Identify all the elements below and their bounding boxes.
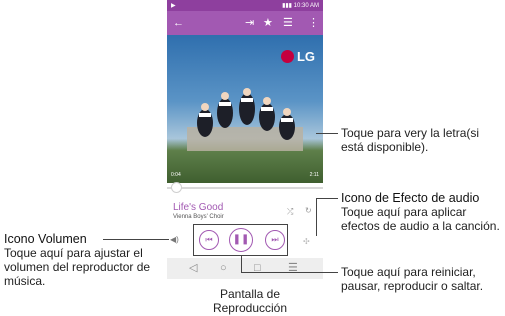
callout-line-controls-vertical <box>241 256 242 272</box>
signal-icon: ▮▮▮ <box>282 3 292 9</box>
audio-effect-callout: Icono de Efecto de audio Toque aquí para… <box>341 191 503 233</box>
shuffle-icon[interactable]: ⤮ <box>287 207 293 217</box>
lyrics-callout: Toque para very la letra(si está disponi… <box>341 126 480 154</box>
artist-name: Vienna Boys' Choir <box>173 214 224 220</box>
lg-logo-mark <box>280 50 294 63</box>
more-vert-icon[interactable]: ⋮ <box>308 16 319 30</box>
star-icon[interactable]: ★ <box>263 16 273 30</box>
controls-callout: Toque aquí para reiniciar, pausar, repro… <box>341 265 484 293</box>
volume-title: Icono Volumen <box>4 232 87 246</box>
status-time: 10:30 AM <box>293 3 319 9</box>
audio-effect-title: Icono de Efecto de audio <box>341 191 480 205</box>
song-title: Life's Good <box>173 202 224 213</box>
share-icon[interactable]: ⇥ <box>245 16 254 30</box>
progress-bar[interactable] <box>167 187 323 189</box>
list-icon[interactable]: ☰ <box>283 16 293 30</box>
lg-logo-text: LG <box>296 49 315 64</box>
play-indicator-icon: ▶ <box>171 3 176 9</box>
figure-caption: Pantalla de Reproducción <box>212 287 288 315</box>
back-arrow-icon[interactable]: ← <box>173 16 184 30</box>
album-art-choir <box>197 88 295 140</box>
callout-line-effect <box>316 198 338 199</box>
lg-logo: LG <box>280 49 315 64</box>
volume-desc: Toque aquí para ajustar el volumen del r… <box>4 246 151 288</box>
volume-callout: Icono Volumen Toque aquí para ajustar el… <box>4 232 164 288</box>
audio-effect-desc: Toque aquí para aplicar efectos de audio… <box>341 205 500 233</box>
volume-icon[interactable]: ◀) <box>170 235 179 244</box>
audio-effect-icon[interactable]: ✣ <box>303 237 310 246</box>
status-bar: ▶ ▮▮▮ 10:30 AM <box>167 0 323 11</box>
callout-line-controls <box>241 272 338 273</box>
repeat-icon[interactable]: ↻ <box>305 206 312 215</box>
app-bar: ← ⇥ ★ ☰ ⋮ <box>167 11 323 35</box>
progress-thumb[interactable] <box>171 182 182 193</box>
nav-back-icon[interactable]: ◁ <box>189 261 197 275</box>
controls-highlight-box <box>193 224 288 256</box>
elapsed-time: 0:04 <box>171 172 181 178</box>
nav-home-icon[interactable]: ○ <box>220 261 227 275</box>
callout-line-lyrics <box>316 133 338 134</box>
navigation-bar: ◁ ○ □ ☰ <box>167 258 323 279</box>
remaining-time: 2:11 <box>309 172 319 178</box>
album-art[interactable]: LG 0:04 2:11 <box>167 35 323 183</box>
callout-line-effect-vertical <box>316 198 317 236</box>
